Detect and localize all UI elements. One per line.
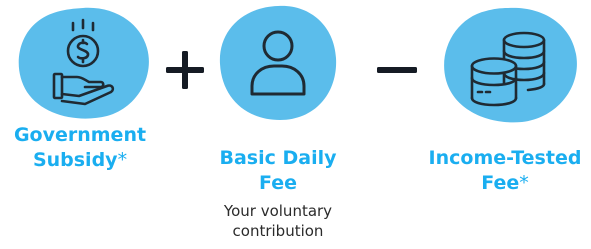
coin-stack-icon [444, 7, 577, 123]
term-title-government-subsidy: Government Subsidy* [0, 123, 160, 173]
plus-icon [164, 49, 206, 95]
government-subsidy-badge [7, 4, 159, 122]
title-line-2: Fee [259, 172, 297, 194]
income-tested-fee-badge [436, 4, 586, 126]
subtitle-line-2: contribution [232, 222, 324, 240]
subtitle-line-1: Your voluntary [223, 202, 333, 220]
title-line-2: Subsidy [32, 149, 118, 171]
title-line-1: Income-Tested [428, 147, 582, 169]
title-line-1: Basic Daily [219, 147, 337, 169]
term-title-income-tested-fee: Income-Tested Fee* [422, 146, 588, 196]
title-line-1: Government [13, 124, 147, 146]
term-title-basic-daily-fee: Basic Daily Fee [200, 146, 356, 196]
asterisk-mark: * [117, 149, 128, 171]
person-icon [219, 5, 337, 120]
title-line-2: Fee [481, 172, 520, 194]
asterisk-mark: * [519, 172, 529, 194]
term-subtitle-voluntary-contribution: Your voluntary contribution [200, 201, 356, 241]
money-hand-icon [18, 7, 149, 119]
minus-icon [376, 60, 418, 79]
basic-daily-fee-badge [216, 2, 340, 124]
